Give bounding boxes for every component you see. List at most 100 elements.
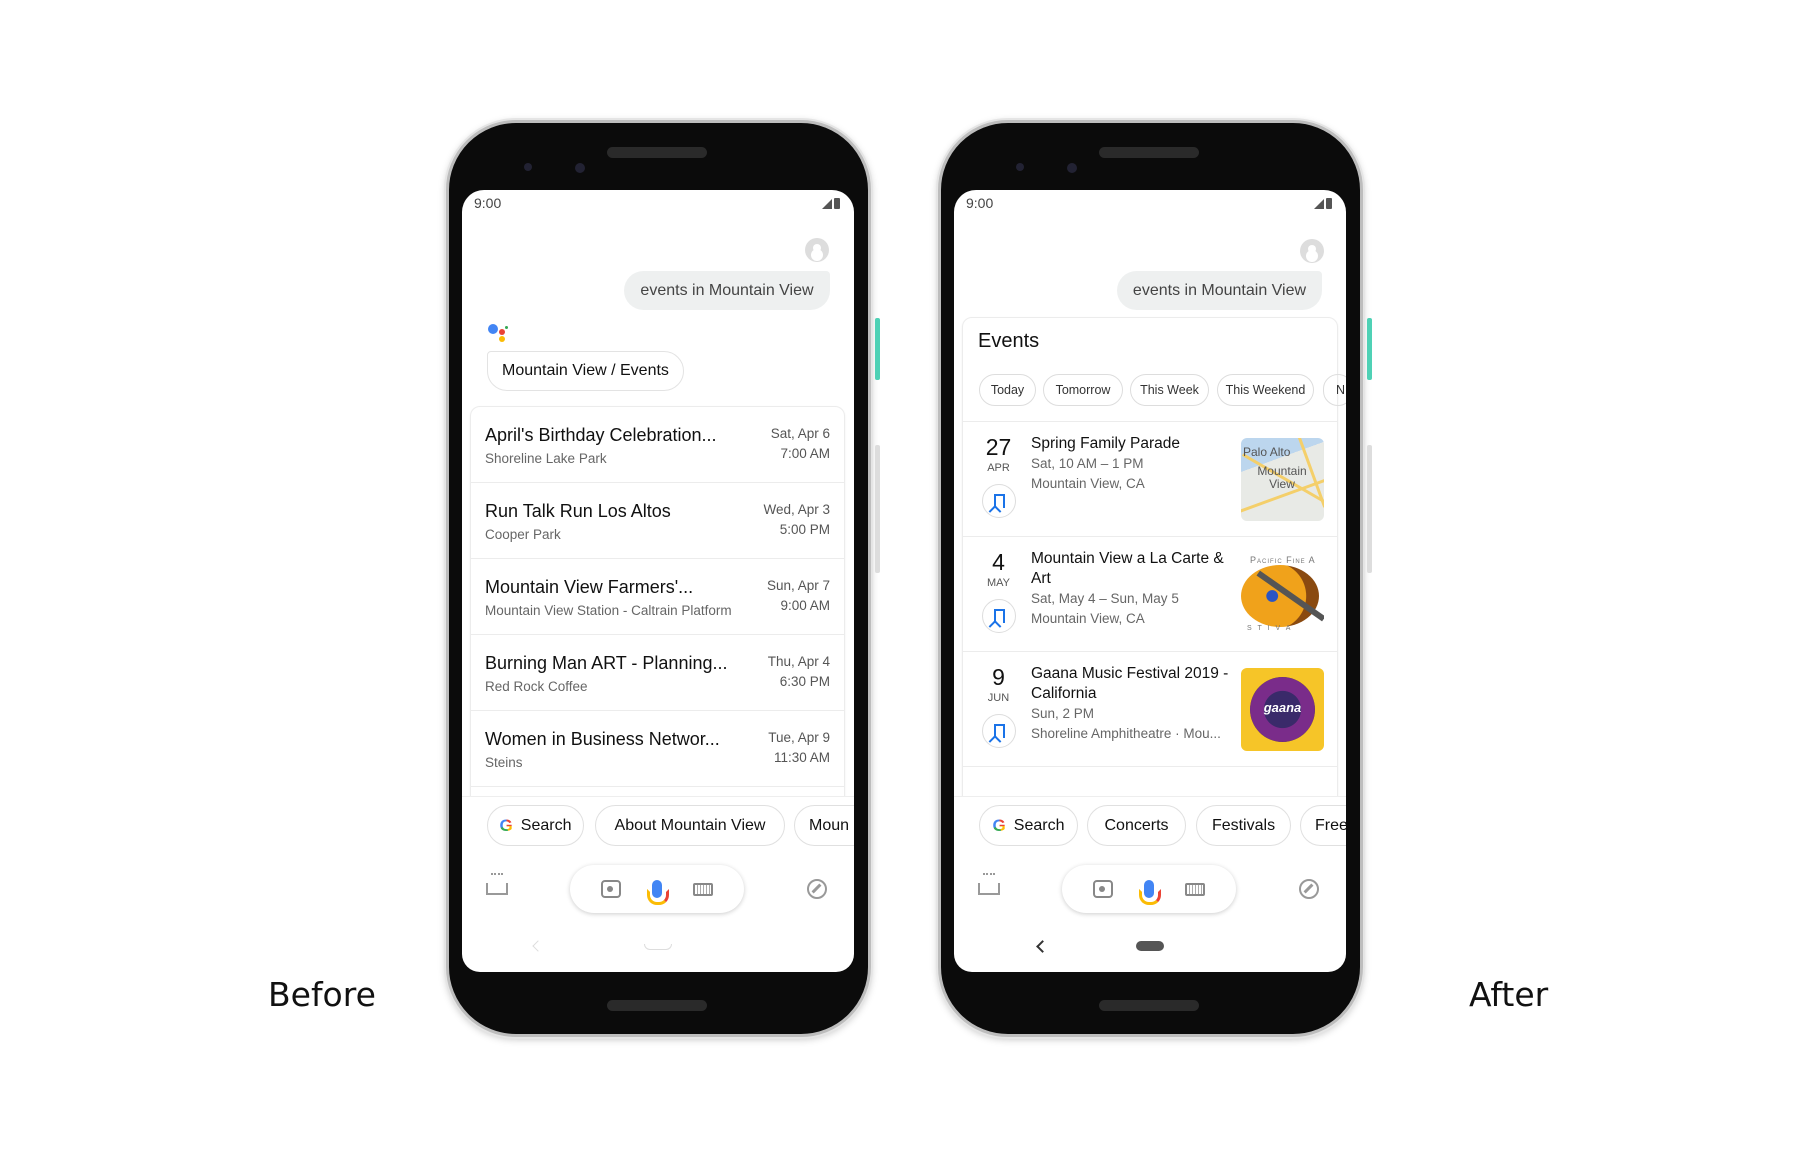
event-when: Sat, May 4 – Sun, May 5 xyxy=(1031,591,1179,606)
event-row[interactable]: 27 APR Spring Family Parade Sat, 10 AM –… xyxy=(963,421,1337,536)
lens-icon[interactable] xyxy=(1093,880,1114,898)
mic-icon[interactable] xyxy=(646,880,669,905)
event-map-thumbnail[interactable]: Palo Alto Mountain View xyxy=(1241,438,1324,521)
event-time: 9:00 AM xyxy=(780,598,830,613)
updates-inbox-icon[interactable] xyxy=(978,873,1000,895)
filter-chip-next[interactable]: N xyxy=(1323,374,1346,406)
screen: 9:00 events in Mountain View Events Toda… xyxy=(954,190,1346,972)
list-item[interactable]: Run Talk Run Los Altos Cooper Park Wed, … xyxy=(471,483,844,559)
signal-icon xyxy=(822,199,832,209)
chip-label: Search xyxy=(1013,816,1065,834)
event-where: Mountain View, CA xyxy=(1031,611,1145,626)
suggestion-chips: G Search Concerts Festivals Free xyxy=(954,796,1346,856)
mic-icon[interactable] xyxy=(1138,880,1161,905)
event-art-thumbnail[interactable]: Pacific Fine A S T I V A xyxy=(1241,553,1324,636)
avatar-icon[interactable] xyxy=(1300,239,1324,263)
breadcrumb[interactable]: Mountain View / Events xyxy=(487,351,684,391)
filter-chip-tomorrow[interactable]: Tomorrow xyxy=(1043,374,1123,406)
event-date: Thu, Apr 4 xyxy=(767,654,830,669)
bookmark-button[interactable] xyxy=(982,714,1016,748)
before-label: Before xyxy=(268,975,376,1014)
event-row[interactable]: 9 JUN Gaana Music Festival 2019 - Califo… xyxy=(963,651,1337,766)
front-sensor xyxy=(524,163,532,171)
input-pill xyxy=(570,865,744,913)
filter-chip-this-week[interactable]: This Week xyxy=(1130,374,1209,406)
event-title: Mountain View a La Carte & Art xyxy=(1031,550,1224,587)
event-date: Tue, Apr 9 xyxy=(768,730,830,745)
event-day: 4 xyxy=(992,549,1005,575)
keyboard-icon[interactable] xyxy=(692,882,713,896)
back-icon[interactable] xyxy=(532,940,544,952)
power-button[interactable] xyxy=(875,318,880,380)
bookmark-button[interactable] xyxy=(982,484,1016,518)
list-item[interactable]: Women in Business Networ... Steins Tue, … xyxy=(471,711,844,787)
avatar-icon[interactable] xyxy=(805,238,829,262)
list-item[interactable]: Mountain View Farmers'... Mountain View … xyxy=(471,559,844,635)
event-place: Shoreline Lake Park xyxy=(485,451,607,466)
bookmark-button[interactable] xyxy=(982,599,1016,633)
status-time: 9:00 xyxy=(966,195,994,211)
user-query-bubble: events in Mountain View xyxy=(624,271,830,310)
event-time: 5:00 PM xyxy=(779,522,830,537)
front-sensor xyxy=(1016,163,1024,171)
bookmark-icon xyxy=(993,494,1005,508)
event-time: 11:30 AM xyxy=(773,750,830,765)
map-label: Palo Alto xyxy=(1243,445,1291,459)
suggestion-chip[interactable]: Concerts xyxy=(1087,805,1186,846)
event-row[interactable]: 4 MAY Mountain View a La Carte & Art Sat… xyxy=(963,536,1337,651)
compass-icon[interactable] xyxy=(1299,879,1319,899)
event-when: Sun, 2 PM xyxy=(1031,706,1095,721)
event-place: Red Rock Coffee xyxy=(485,679,588,694)
suggestion-chip[interactable]: Festivals xyxy=(1196,805,1291,846)
event-title: April's Birthday Celebration... xyxy=(485,425,717,445)
event-title: Mountain View Farmers'... xyxy=(485,577,694,597)
volume-button[interactable] xyxy=(875,445,880,573)
updates-inbox-icon[interactable] xyxy=(486,873,508,895)
events-list: April's Birthday Celebration... Shorelin… xyxy=(470,406,845,806)
filter-chip-today[interactable]: Today xyxy=(979,374,1036,406)
event-where: Mountain View, CA xyxy=(1031,476,1145,491)
event-date: Sat, Apr 6 xyxy=(770,426,830,441)
event-month: JUN xyxy=(987,692,1010,704)
back-icon[interactable] xyxy=(1036,940,1049,953)
event-month: APR xyxy=(987,462,1010,474)
lens-icon[interactable] xyxy=(601,880,622,898)
event-title: Gaana Music Festival 2019 - California xyxy=(1031,665,1229,702)
screen: 9:00 events in Mountain View Mountain Vi… xyxy=(462,190,854,972)
filter-chip-this-weekend[interactable]: This Weekend xyxy=(1217,374,1314,406)
home-icon[interactable] xyxy=(644,944,672,950)
phone-before: 9:00 events in Mountain View Mountain Vi… xyxy=(446,120,880,1037)
card-title: Events xyxy=(978,330,1040,352)
compass-icon[interactable] xyxy=(807,879,827,899)
bookmark-icon xyxy=(993,724,1005,738)
list-item[interactable]: Burning Man ART - Planning... Red Rock C… xyxy=(471,635,844,711)
battery-icon xyxy=(1326,198,1332,209)
list-item[interactable]: April's Birthday Celebration... Shorelin… xyxy=(471,407,844,483)
event-title: Women in Business Networ... xyxy=(485,729,720,749)
keyboard-icon[interactable] xyxy=(1184,882,1205,896)
event-poster-thumbnail[interactable]: gaana xyxy=(1241,668,1324,751)
suggestion-chip[interactable]: Moun xyxy=(794,805,854,846)
assistant-logo-icon xyxy=(488,324,508,344)
event-date: Wed, Apr 3 xyxy=(763,502,830,517)
search-chip[interactable]: G Search xyxy=(487,805,584,846)
events-card: Events Today Tomorrow This Week This Wee… xyxy=(962,317,1346,807)
map-label: Mountain View xyxy=(1257,464,1307,491)
event-title: Burning Man ART - Planning... xyxy=(485,653,728,673)
google-g-icon: G xyxy=(992,815,1006,835)
volume-button[interactable] xyxy=(1367,445,1372,573)
home-icon[interactable] xyxy=(1136,941,1164,951)
event-month: MAY xyxy=(986,577,1011,589)
power-button[interactable] xyxy=(1367,318,1372,380)
event-where: Shoreline Amphitheatre · Mou... xyxy=(1031,726,1221,741)
chip-label: Search xyxy=(520,816,572,834)
google-g-icon: G xyxy=(499,815,513,835)
suggestion-chip[interactable]: Free xyxy=(1300,805,1346,846)
search-chip[interactable]: G Search xyxy=(979,805,1078,846)
front-camera xyxy=(575,163,585,173)
event-place: Cooper Park xyxy=(485,527,561,542)
logo-text: Pacific Fine A xyxy=(1250,555,1316,565)
logo-text: gaana xyxy=(1263,700,1302,715)
suggestion-chip[interactable]: About Mountain View xyxy=(595,805,785,846)
status-icons xyxy=(1314,198,1332,209)
